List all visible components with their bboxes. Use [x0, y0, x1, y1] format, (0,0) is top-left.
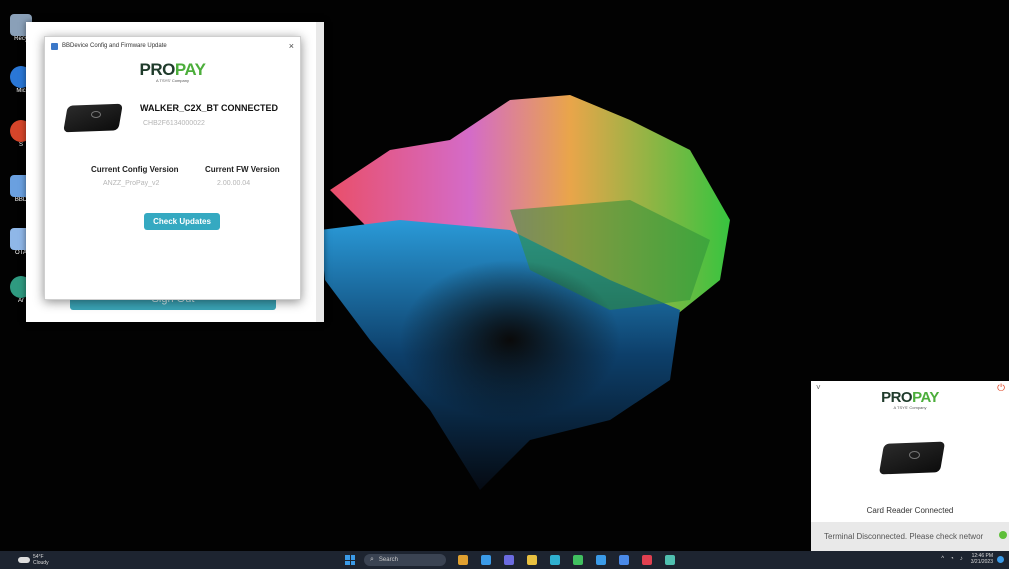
fw-version-heading: Current FW Version: [205, 165, 280, 174]
taskbar-app-icon[interactable]: [573, 555, 583, 565]
config-version-heading: Current Config Version: [91, 165, 179, 174]
taskbar-app-icon[interactable]: [642, 555, 652, 565]
app-icon: [51, 42, 58, 50]
taskbar-app-icon[interactable]: [458, 555, 468, 565]
config-version-value: ANZZ_ProPay_v2: [103, 180, 160, 187]
taskbar-app-icon[interactable]: [665, 555, 675, 565]
logo-pro: PRO: [881, 389, 913, 406]
weather-desc: Cloudy: [33, 560, 49, 566]
wifi-icon[interactable]: ◔: [950, 556, 954, 562]
card-reader-image: [61, 99, 127, 139]
dialog-title: BBDevice Config and Firmware Update: [62, 43, 167, 49]
search-placeholder: Search: [378, 557, 398, 563]
taskbar-app-icon[interactable]: [550, 555, 560, 565]
card-reader-panel: ˅ ⏻ PROPAY A TSYS' Company Card Reader C…: [811, 381, 1009, 551]
taskbar-app-icon[interactable]: [504, 555, 514, 565]
taskbar-app-icon[interactable]: [619, 555, 629, 565]
terminal-status: Terminal Disconnected. Please check netw…: [824, 532, 984, 541]
card-reader-image: [873, 437, 953, 483]
clock-date: 3/21/2023: [970, 559, 993, 565]
weather-widget[interactable]: 54°F Cloudy: [18, 554, 49, 566]
propay-logo: PROPAY A TSYS' Company: [45, 61, 300, 83]
terminal-status-bar: Terminal Disconnected. Please check netw…: [811, 522, 1009, 551]
notification-icon[interactable]: [997, 555, 1004, 563]
taskbar-app-icon[interactable]: [481, 555, 491, 565]
windows-start-icon[interactable]: [345, 555, 355, 565]
logo-pay: PAY: [912, 389, 939, 406]
power-icon[interactable]: ⏻: [997, 383, 1005, 394]
firmware-update-dialog: BBDevice Config and Firmware Update × PR…: [44, 36, 301, 300]
taskbar-app-icon[interactable]: [527, 555, 537, 565]
reader-status: Card Reader Connected: [866, 506, 954, 515]
desktop: Recy Mic S BBD OTA Ar Sign Out BBDevice …: [0, 0, 1009, 569]
propay-logo: PROPAY A TSYS' Company: [811, 390, 1009, 410]
device-name: WALKER_C2X_BT CONNECTED: [140, 103, 279, 113]
fw-version-value: 2.00.00.04: [217, 180, 251, 187]
logo-pay: PAY: [174, 60, 206, 79]
search-icon: ⌕: [370, 556, 374, 563]
taskbar: 54°F Cloudy ⌕ Search ^ ◔ ♪ 12:46 PM 3/21…: [0, 551, 1009, 569]
system-tray: ^ ◔ ♪ 12:46 PM 3/21/2023: [935, 553, 1004, 565]
logo-tagline: A TSYS' Company: [893, 405, 927, 410]
logo-pro: PRO: [139, 60, 176, 79]
clock[interactable]: 12:46 PM 3/21/2023: [971, 553, 993, 565]
window-scrollbar[interactable]: [316, 22, 324, 322]
dialog-titlebar[interactable]: BBDevice Config and Firmware Update ×: [45, 37, 300, 55]
logo-tagline: A TSYS' Company: [156, 78, 189, 83]
taskbar-app-icon[interactable]: [596, 555, 606, 565]
close-icon[interactable]: ×: [289, 41, 294, 51]
check-updates-button[interactable]: Check Updates: [144, 213, 220, 230]
chevron-down-icon[interactable]: ˅: [816, 383, 821, 392]
wallpaper-art: [320, 95, 730, 490]
cloud-icon: [18, 557, 30, 563]
tray-chevron-icon[interactable]: ^: [941, 556, 944, 562]
device-serial: CHB2F6134000022: [143, 120, 205, 127]
volume-icon[interactable]: ♪: [960, 556, 963, 562]
settings-icon[interactable]: [999, 531, 1007, 539]
taskbar-search[interactable]: ⌕ Search: [364, 554, 446, 566]
